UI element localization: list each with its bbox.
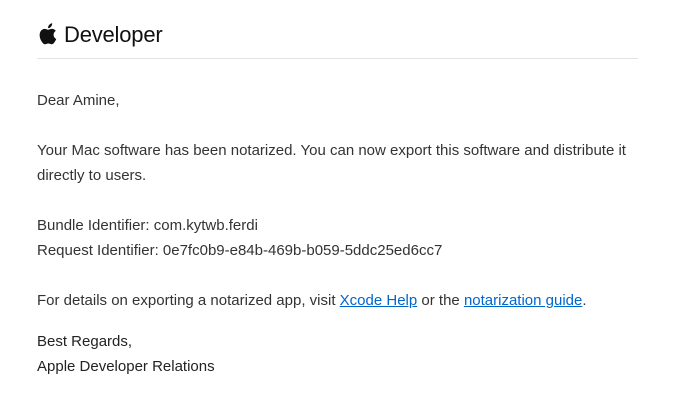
email-header: Developer xyxy=(37,20,638,59)
notarization-guide-link[interactable]: notarization guide xyxy=(464,292,582,309)
notarization-message: Your Mac software has been notarized. Yo… xyxy=(37,142,626,184)
details-prefix: For details on exporting a notarized app… xyxy=(37,292,340,309)
xcode-help-link[interactable]: Xcode Help xyxy=(340,292,418,309)
identifiers-block: Bundle Identifier: com.kytwb.ferdi Reque… xyxy=(37,213,637,263)
email-body: Dear Amine, Your Mac software has been n… xyxy=(37,88,637,379)
brand-title: Developer xyxy=(64,22,163,47)
signoff-sender: Apple Developer Relations xyxy=(37,358,215,375)
signoff-regards: Best Regards, xyxy=(37,333,133,350)
bundle-identifier: Bundle Identifier: com.kytwb.ferdi xyxy=(37,217,258,234)
brand: Developer xyxy=(37,22,163,48)
signoff-block: Best Regards, Apple Developer Relations xyxy=(37,329,637,379)
details-suffix: . xyxy=(582,292,587,309)
greeting-text: Dear Amine, xyxy=(37,92,120,109)
details-text: For details on exporting a notarized app… xyxy=(37,288,637,313)
request-identifier: Request Identifier: 0e7fc0b9-e84b-469b-b… xyxy=(37,242,443,259)
details-middle: or the xyxy=(417,292,464,309)
apple-logo-icon xyxy=(37,22,57,46)
